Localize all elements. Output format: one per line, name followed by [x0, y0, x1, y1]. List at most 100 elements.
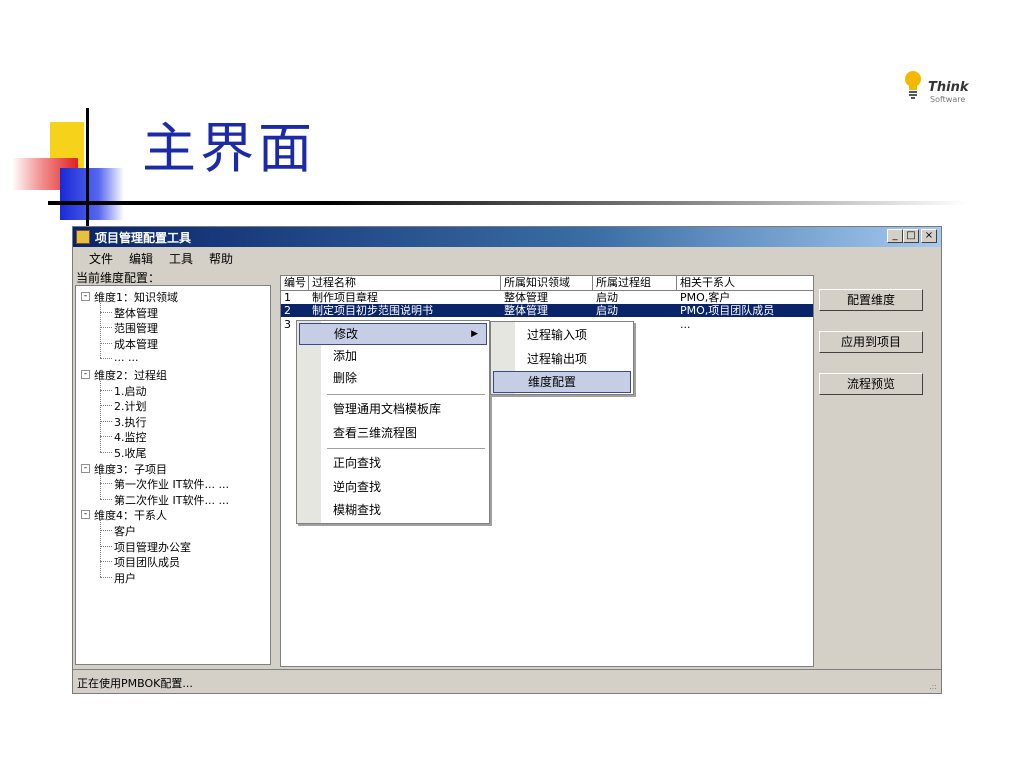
tree-connector [100, 389, 112, 391]
ctx-item-forward-search[interactable]: 正向查找 [299, 452, 487, 474]
ctx-item-template-library[interactable]: 管理通用文档模板库 [299, 398, 487, 420]
menu-help[interactable]: 帮助 [209, 250, 233, 267]
tree-connector [100, 327, 112, 329]
cell-id: 1 [284, 291, 291, 304]
dimension-tree[interactable]: - 维度1：知识领域 整体管理 范围管理 成本管理... ... - 维度2：过程组 1.启动… [75, 285, 271, 665]
tree-connector [100, 545, 112, 547]
col-header-group[interactable]: 所属过程组 [593, 276, 677, 290]
slide-deco-horizontal-line [48, 201, 968, 205]
cell-stakeholder: ... [680, 318, 691, 331]
ctx-separator [327, 448, 485, 449]
ctx-item-3d-flow[interactable]: 查看三维流程图 [299, 422, 487, 444]
submenu-item-output[interactable]: 过程输出项 [493, 348, 631, 370]
ctx-item-fuzzy-search[interactable]: 模糊查找 [299, 499, 487, 521]
process-preview-button[interactable]: 流程预览 [819, 373, 923, 395]
menu-file[interactable]: 文件 [89, 250, 113, 267]
col-header-name[interactable]: 过程名称 [309, 276, 501, 290]
menu-bar: 文件 编辑 工具 帮助 [73, 247, 941, 267]
slide-deco-vertical-line [86, 108, 89, 226]
slide-deco-blue-square [60, 168, 124, 220]
tree-node-dimension[interactable]: 维度2：过程组 [94, 367, 167, 383]
maximize-button[interactable]: □ [903, 229, 919, 243]
cell-id: 2 [284, 304, 291, 317]
window-title: 项目管理配置工具 [95, 231, 192, 245]
table-row[interactable]: 1 制作项目章程 整体管理 启动 PMO,客户 [281, 291, 813, 304]
submenu-arrow-icon: ▶ [471, 329, 478, 339]
ctx-item-label: 修改 [334, 327, 359, 341]
cell-stakeholder: PMO,客户 [680, 291, 731, 304]
app-icon [76, 230, 90, 244]
tree-connector [100, 405, 112, 407]
tree-connector [100, 530, 112, 531]
col-header-id[interactable]: 编号 [281, 276, 309, 290]
menu-tools[interactable]: 工具 [169, 250, 193, 267]
tree-node-item[interactable]: 用户 [114, 570, 136, 586]
tree-connector [100, 576, 112, 578]
cell-group: 启动 [596, 291, 618, 304]
slide-title: 主界面 [142, 117, 316, 180]
ctx-separator [327, 394, 485, 395]
ctx-item-add[interactable]: 添加 [299, 345, 487, 367]
tree-expander-icon[interactable]: - [81, 292, 90, 301]
tree-connector [100, 452, 112, 453]
tree-node-item[interactable]: 第一次作业 IT软件... ... [114, 476, 229, 492]
tree-connector [100, 472, 101, 499]
tree-node-item[interactable]: ... ... [114, 351, 138, 364]
tree-node-item[interactable]: 项目团队成员 [114, 554, 180, 570]
tree-node-item[interactable]: 5.收尾 [114, 445, 147, 461]
cell-name: 制定项目初步范围说明书 [312, 304, 433, 317]
apply-to-project-button[interactable]: 应用到项目 [819, 331, 923, 353]
tree-expander-icon[interactable]: - [81, 370, 90, 379]
tree-node-item[interactable]: 整体管理 [114, 305, 158, 321]
lightbulb-icon [904, 70, 922, 100]
configure-dimension-button[interactable]: 配置维度 [819, 289, 923, 311]
logo-text: Think [928, 80, 969, 95]
tree-node-item[interactable]: 范围管理 [114, 320, 158, 336]
tree-connector [100, 379, 101, 452]
submenu-item-input[interactable]: 过程输入项 [493, 324, 631, 346]
context-submenu: 过程输入项 过程输出项 维度配置 [490, 321, 634, 395]
submenu-item-dimension-config[interactable]: 维度配置 [493, 371, 631, 393]
tree-node-item[interactable]: 3.执行 [114, 414, 147, 430]
tree-connector [100, 498, 112, 500]
cell-stakeholder: PMO,项目团队成员 [680, 304, 775, 317]
tree-node-item[interactable]: 2.计划 [114, 398, 147, 414]
menu-edit[interactable]: 编辑 [129, 250, 153, 267]
title-bar[interactable]: 项目管理配置工具 _ □ × [73, 227, 941, 247]
tree-expander-icon[interactable]: - [81, 463, 90, 473]
tree-node-item[interactable]: 项目管理办公室 [114, 539, 191, 555]
tree-node-item[interactable]: 成本管理 [114, 336, 158, 352]
col-header-area[interactable]: 所属知识领域 [501, 276, 593, 290]
ctx-item-delete[interactable]: 删除 [299, 367, 487, 389]
cell-area: 整体管理 [504, 304, 548, 317]
table-row-selected[interactable]: 2 制定项目初步范围说明书 整体管理 启动 PMO,项目团队成员 [281, 304, 813, 317]
cell-name: 制作项目章程 [312, 291, 378, 304]
tree-connector [100, 301, 101, 359]
status-bar: 正在使用PMBOK配置... .:: [73, 669, 941, 694]
grid-header: 编号 过程名称 所属知识领域 所属过程组 相关干系人 [281, 276, 813, 291]
tree-connector [100, 561, 112, 563]
cell-group: 启动 [596, 304, 618, 317]
tree-node-item[interactable]: 客户 [114, 523, 136, 539]
tree-connector [100, 483, 112, 485]
ctx-item-reverse-search[interactable]: 逆向查找 [299, 476, 487, 498]
cell-area: 整体管理 [504, 291, 548, 304]
col-header-stakeholder[interactable]: 相关干系人 [677, 276, 813, 290]
resize-grip-icon[interactable]: .:: [929, 682, 937, 691]
tree-node-item[interactable]: 第二次作业 IT软件... ... [114, 492, 229, 508]
tree-node-dimension[interactable]: 维度4：干系人 [94, 507, 167, 523]
logo-subtext: Software [930, 95, 966, 104]
tree-node-item[interactable]: 1.启动 [114, 383, 147, 399]
tree-connector [100, 420, 112, 422]
tree-connector [100, 436, 112, 438]
minimize-button[interactable]: _ [887, 229, 903, 243]
tree-node-dimension[interactable]: 维度3：子项目 [94, 461, 167, 477]
tree-node-item[interactable]: 4.监控 [114, 429, 147, 445]
tree-expander-icon[interactable]: - [81, 510, 90, 520]
ctx-item-modify[interactable]: 修改 ▶ [299, 323, 487, 345]
app-window: 项目管理配置工具 _ □ × 文件 编辑 工具 帮助 当前维度配置： - 维度1：… [72, 226, 942, 694]
tree-node-dimension[interactable]: 维度1：知识领域 [94, 289, 178, 305]
close-button[interactable]: × [921, 229, 937, 243]
status-text: 正在使用PMBOK配置... [77, 677, 193, 690]
context-menu: 修改 ▶ 添加 删除 管理通用文档模板库 查看三维流程图 正向查找 逆向查找 模… [296, 320, 490, 524]
